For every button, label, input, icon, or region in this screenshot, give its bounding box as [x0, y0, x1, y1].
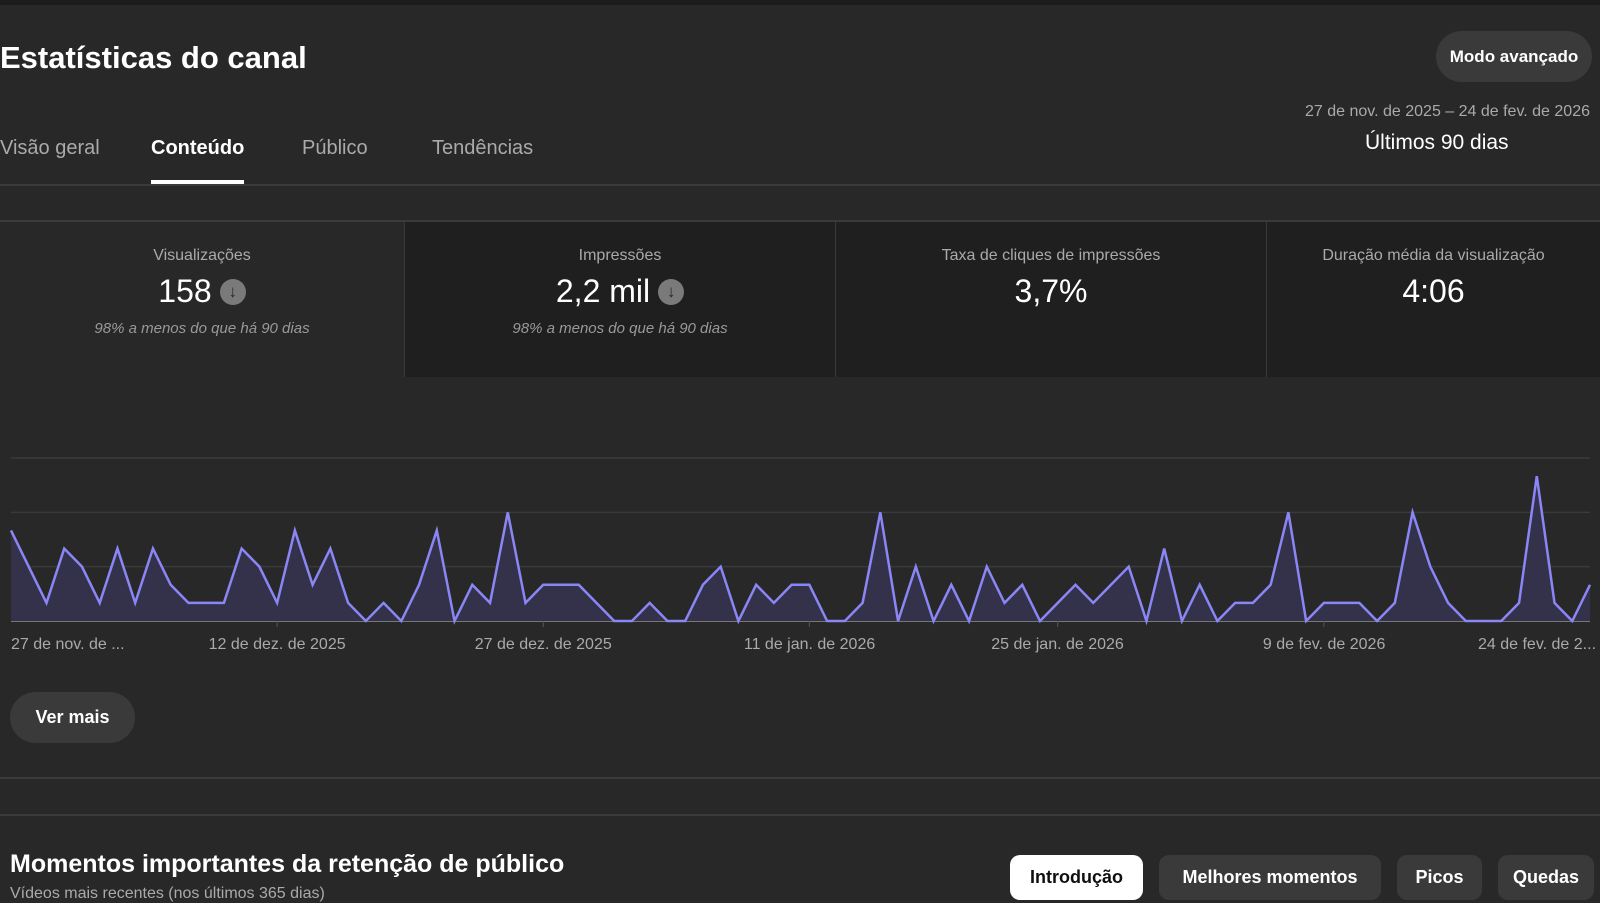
advanced-mode-button[interactable]: Modo avançado: [1436, 31, 1592, 82]
area-fill: [11, 476, 1590, 621]
x-tick-label: 12 de dez. de 2025: [209, 636, 346, 654]
chip-spikes[interactable]: Picos: [1397, 855, 1482, 900]
x-tick-label: 27 de dez. de 2025: [475, 636, 612, 654]
top-band: [0, 0, 1600, 5]
arrow-down-icon: ↓: [658, 279, 684, 305]
metric-card-impressions[interactable]: Impressões 2,2 mil ↓ 98% a menos do que h…: [405, 222, 836, 377]
metric-value: 4:06: [1402, 273, 1464, 310]
tab-content[interactable]: Conteúdo: [151, 137, 244, 160]
period-selector[interactable]: Últimos 90 dias: [1365, 131, 1509, 155]
x-tick-label: 11 de jan. de 2026: [744, 636, 875, 654]
section-divider: [0, 814, 1600, 816]
metric-value: 3,7%: [1015, 273, 1088, 310]
metric-value: 158: [158, 273, 211, 310]
arrow-down-icon: ↓: [220, 279, 246, 305]
x-tick-label: 27 de nov. de ...: [11, 636, 125, 654]
chip-dips[interactable]: Quedas: [1498, 855, 1594, 900]
retention-title: Momentos importantes da retenção de públ…: [10, 850, 564, 879]
tab-audience[interactable]: Público: [302, 137, 368, 160]
x-tick-label: 25 de jan. de 2026: [991, 636, 1124, 654]
tab-overview[interactable]: Visão geral: [0, 137, 100, 160]
chip-top-moments[interactable]: Melhores momentos: [1159, 855, 1381, 900]
tabs-divider: [0, 184, 1600, 186]
metric-card-ctr[interactable]: Taxa de cliques de impressões 3,7%: [836, 222, 1267, 377]
date-range[interactable]: 27 de nov. de 2025 – 24 de fev. de 2026: [1305, 103, 1590, 121]
metric-note: 98% a menos do que há 90 dias: [0, 320, 404, 337]
metric-label: Impressões: [405, 247, 835, 265]
views-chart[interactable]: [0, 440, 1600, 640]
see-more-button[interactable]: Ver mais: [10, 692, 135, 743]
metric-card-views[interactable]: Visualizações 158 ↓ 98% a menos do que há…: [0, 222, 405, 377]
page-title: Estatísticas do canal: [0, 40, 307, 76]
x-tick-label: 9 de fev. de 2026: [1263, 636, 1385, 654]
metric-label: Visualizações: [0, 247, 404, 265]
metric-label: Duração média da visualização: [1267, 247, 1600, 265]
x-tick-label: 24 de fev. de 2...: [1478, 636, 1596, 654]
metric-card-avg-duration[interactable]: Duração média da visualização 4:06: [1267, 222, 1600, 377]
tab-trends[interactable]: Tendências: [432, 137, 533, 160]
metric-note: 98% a menos do que há 90 dias: [405, 320, 835, 337]
chip-intro[interactable]: Introdução: [1010, 855, 1143, 900]
metric-label: Taxa de cliques de impressões: [836, 247, 1266, 265]
retention-subtitle: Vídeos mais recentes (nos últimos 365 di…: [10, 885, 325, 903]
section-divider: [0, 777, 1600, 779]
metric-value: 2,2 mil: [556, 273, 650, 310]
